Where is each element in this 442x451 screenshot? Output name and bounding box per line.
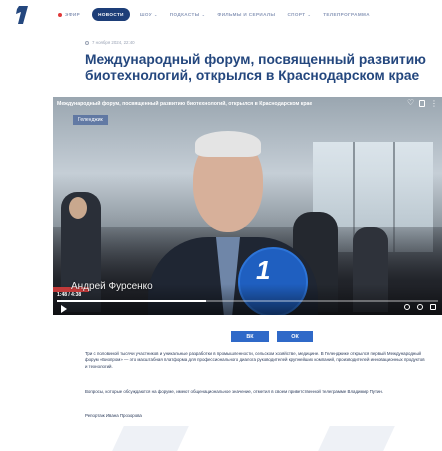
more-icon[interactable]: ⋮ bbox=[430, 99, 438, 107]
nav-item-label: НОВОСТИ bbox=[98, 12, 124, 17]
nav-item-label: ПОДКАСТЫ bbox=[169, 12, 200, 17]
nav-item-label: ФИЛЬМЫ И СЕРИАЛЫ bbox=[217, 12, 276, 17]
nav-item-label: СПОРТ bbox=[287, 12, 306, 17]
mic-logo-text: 1 bbox=[256, 255, 271, 285]
live-indicator-icon bbox=[58, 12, 62, 17]
video-progress-bar[interactable] bbox=[57, 300, 438, 302]
video-toolbar: ⋮ bbox=[407, 98, 438, 107]
share-vk-button[interactable]: ВК bbox=[231, 331, 269, 342]
nav-item-label: ТЕЛЕПРОГРАММА bbox=[323, 12, 371, 17]
video-frame-speaker-hair bbox=[195, 131, 261, 157]
article-date: 7 ноября 2024, 22:40 bbox=[85, 40, 135, 45]
chevron-down-icon: ⌄ bbox=[201, 12, 206, 17]
video-time: 1:48 / 4:38 bbox=[57, 292, 82, 298]
chevron-down-icon: ⌄ bbox=[154, 12, 158, 17]
volume-icon[interactable] bbox=[404, 304, 410, 310]
settings-icon[interactable] bbox=[417, 304, 423, 310]
fullscreen-icon[interactable] bbox=[430, 304, 436, 310]
nav-menu: ЭФИР НОВОСТИ ШОУ ⌄ ПОДКАСТЫ ⌄ ФИЛЬМЫ И СЕРИАЛЫ… bbox=[58, 8, 382, 21]
video-right-controls bbox=[404, 304, 436, 310]
nav-item-5[interactable]: СПОРТ ⌄ bbox=[287, 12, 311, 17]
video-progress-fill bbox=[57, 300, 206, 302]
play-icon[interactable] bbox=[61, 305, 67, 313]
nav-item-3[interactable]: ПОДКАСТЫ ⌄ bbox=[170, 12, 206, 17]
nav-item-label: ШОУ bbox=[139, 12, 153, 17]
nav-item-2[interactable]: ШОУ ⌄ bbox=[140, 12, 158, 17]
nav-item-1[interactable]: НОВОСТИ bbox=[92, 8, 130, 21]
footer-decoration bbox=[112, 426, 189, 451]
share-icon[interactable] bbox=[419, 100, 425, 107]
top-navigation: ЭФИР НОВОСТИ ШОУ ⌄ ПОДКАСТЫ ⌄ ФИЛЬМЫ И СЕРИАЛЫ… bbox=[0, 0, 442, 30]
nav-item-6[interactable]: ТЕЛЕПРОГРАММА bbox=[323, 12, 370, 17]
article-date-text: 7 ноября 2024, 22:40 bbox=[92, 40, 135, 45]
article-title: Международный форум, посвященный развити… bbox=[85, 52, 426, 83]
geo-tag: Геленджик bbox=[73, 115, 108, 125]
video-player[interactable]: 1 Международный форум, посвященный разви… bbox=[53, 97, 442, 315]
nav-item-label: ЭФИР bbox=[65, 12, 81, 17]
heart-icon[interactable] bbox=[407, 98, 414, 107]
article-paragraph: Вопросы, которые обсуждаются на форуме, … bbox=[85, 389, 384, 394]
article-paragraph: Три с половиной тысячи участников и уник… bbox=[85, 351, 425, 369]
article-byline: Репортаж Ивана Прозорова bbox=[85, 413, 142, 418]
lower-third-caption: Андрей Фурсенко bbox=[71, 281, 153, 292]
clock-icon bbox=[85, 40, 89, 45]
share-buttons: ВК ОК bbox=[231, 331, 313, 342]
nav-item-4[interactable]: ФИЛЬМЫ И СЕРИАЛЫ bbox=[217, 12, 275, 17]
video-frame-person-head bbox=[69, 197, 87, 219]
chevron-down-icon: ⌄ bbox=[307, 12, 312, 17]
share-ok-button[interactable]: ОК bbox=[277, 331, 313, 342]
nav-item-0[interactable]: ЭФИР bbox=[58, 12, 80, 17]
channel-one-logo[interactable] bbox=[14, 6, 28, 24]
footer-decoration bbox=[318, 426, 395, 451]
video-title: Международный форум, посвященный развити… bbox=[57, 101, 313, 107]
